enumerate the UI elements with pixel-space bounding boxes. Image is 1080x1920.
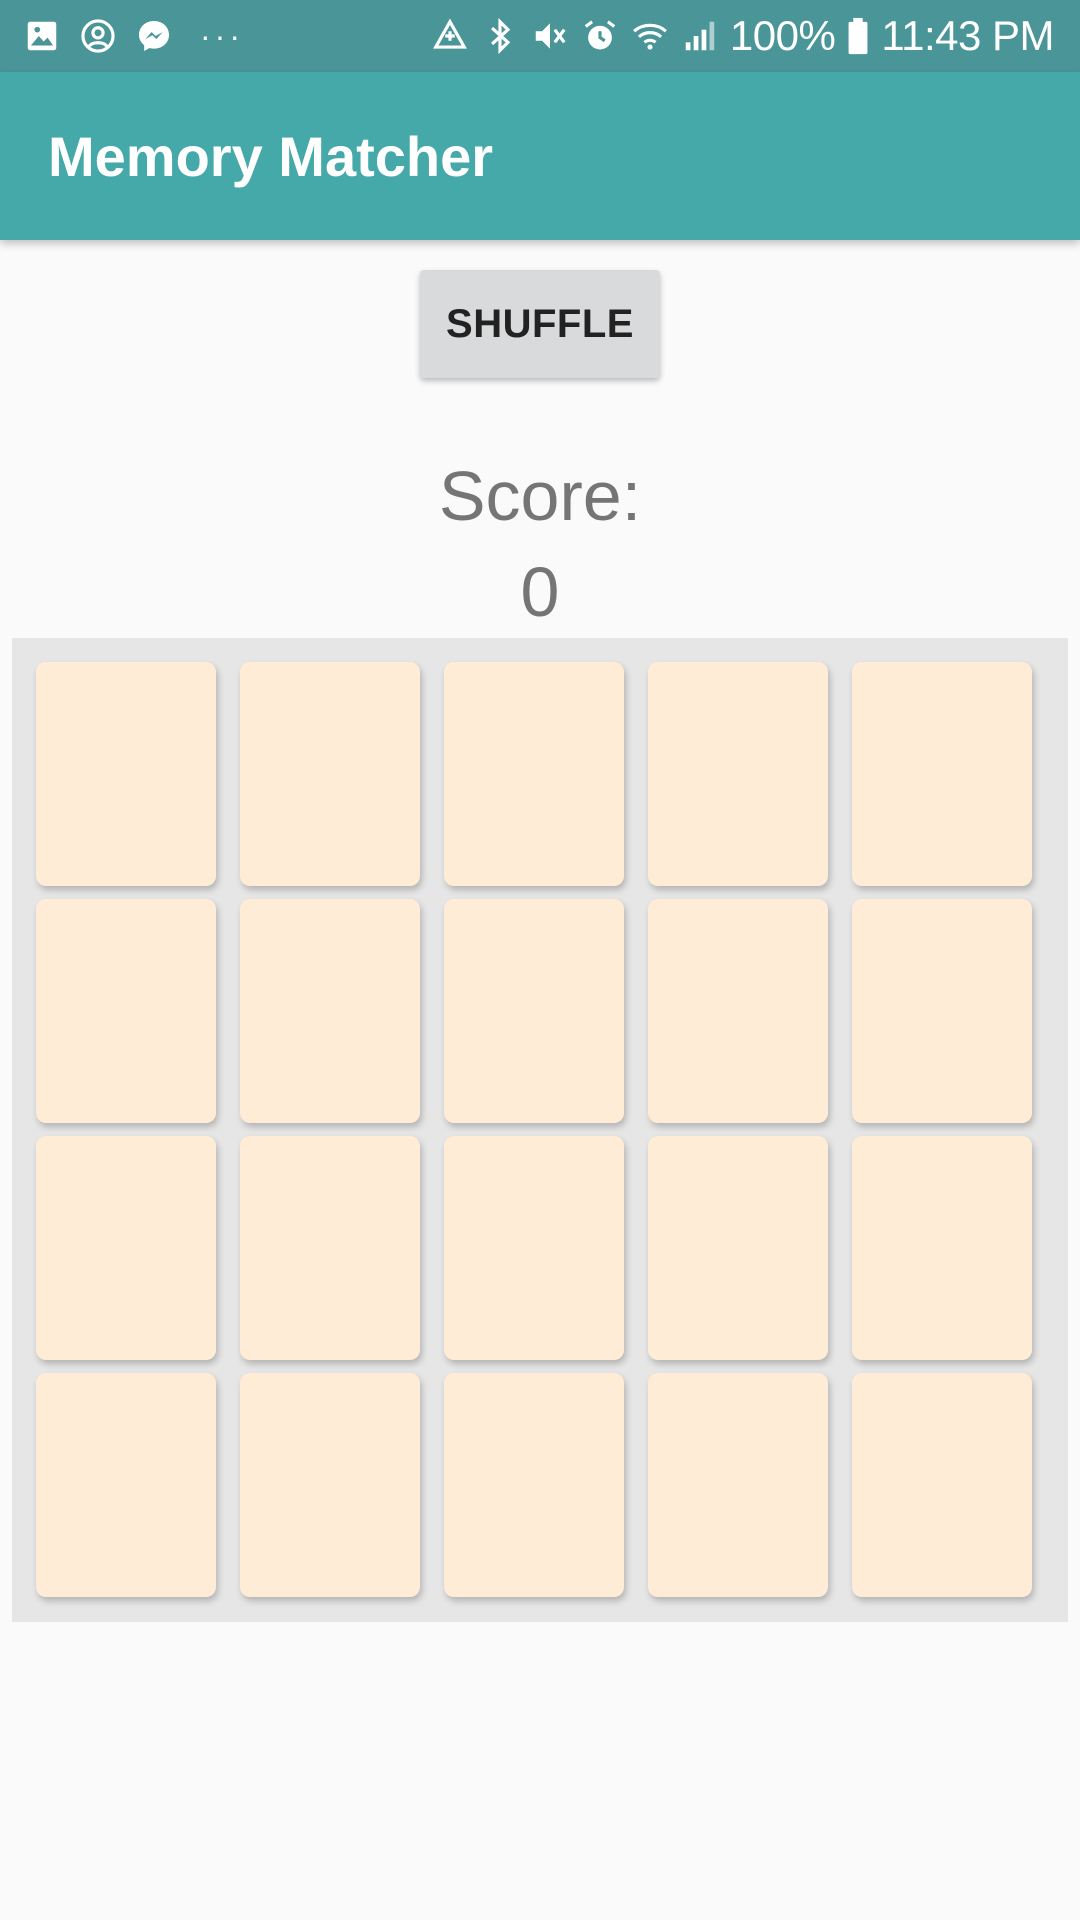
shuffle-button[interactable]: SHUFFLE [420,270,660,378]
status-bar-right: 100% 11:43 PM [430,12,1054,60]
status-bar: ··· 100% 11:43 PM [0,0,1080,72]
app-bar: Memory Matcher [0,72,1080,240]
memory-card[interactable] [648,899,828,1123]
memory-card[interactable] [852,1373,1032,1597]
memory-card[interactable] [36,1373,216,1597]
mute-icon [530,16,570,56]
score-label: Score: [438,457,642,535]
memory-card[interactable] [36,1136,216,1360]
battery-percent: 100% [729,12,836,59]
card-board [12,638,1068,1622]
memory-card[interactable] [444,1373,624,1597]
memory-card[interactable] [648,662,828,886]
memory-card[interactable] [36,662,216,886]
memory-card[interactable] [852,1136,1032,1360]
data-saver-icon [430,16,470,56]
alarm-icon [580,16,620,56]
memory-card[interactable] [240,899,420,1123]
cell-signal-icon [680,16,720,56]
memory-card[interactable] [444,899,624,1123]
memory-card[interactable] [240,1373,420,1597]
status-bar-left: ··· [22,12,244,60]
memory-card[interactable] [240,1136,420,1360]
memory-card[interactable] [36,899,216,1123]
memory-card[interactable] [852,662,1032,886]
battery-icon [845,16,871,56]
messenger-icon [134,16,174,56]
wifi-icon [630,16,670,56]
memory-card[interactable] [444,662,624,886]
memory-card[interactable] [444,1136,624,1360]
score-value: 0 [520,553,560,631]
memory-card[interactable] [648,1136,828,1360]
app-title: Memory Matcher [48,125,494,188]
memory-card[interactable] [648,1373,828,1597]
memory-card[interactable] [852,899,1032,1123]
overflow-dots: ··· [200,18,244,54]
account-circle-icon [78,16,118,56]
bluetooth-icon [480,16,520,56]
memory-card[interactable] [240,662,420,886]
image-icon [22,16,62,56]
clock: 11:43 PM [881,12,1054,59]
